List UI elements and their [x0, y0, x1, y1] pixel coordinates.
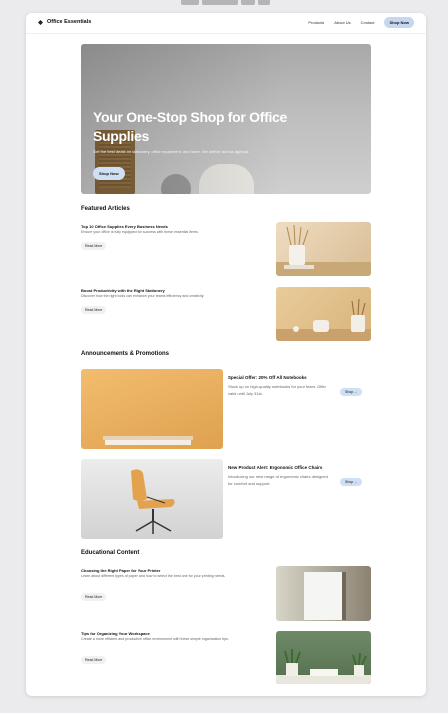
hero-banner: Your One-Stop Shop for Office Supplies G…	[81, 44, 371, 194]
article-thumbnail	[276, 222, 371, 276]
promo-notebook-image	[81, 369, 223, 449]
promo-chair-image	[81, 459, 223, 539]
browser-tab-strip	[181, 0, 270, 5]
nav-link-products[interactable]: Products	[308, 20, 324, 25]
brand-name: Office Essentials	[47, 19, 92, 25]
hero-subtitle: Get the best deals on stationery, office…	[93, 149, 250, 154]
paper-sheet-image	[304, 572, 346, 620]
browser-tab[interactable]	[258, 0, 270, 5]
article-description: Ensure your office is fully equipped for…	[81, 230, 199, 234]
article-thumbnail	[276, 631, 371, 684]
promo-description: Introducing our new range of ergonomic c…	[228, 474, 328, 486]
nav-links: Products About Us Contact Shop Now	[308, 17, 414, 28]
read-more-button[interactable]: Read More	[81, 656, 107, 664]
browser-tab[interactable]	[241, 0, 255, 5]
promo-title: Special Offer: 20% Off All Notebooks	[228, 375, 307, 380]
browser-tab[interactable]	[181, 0, 199, 5]
shop-now-nav-button[interactable]: Shop Now	[384, 17, 414, 28]
pencil-cup-image	[276, 224, 371, 276]
article-thumbnail	[276, 287, 371, 341]
article-description: Create a more efficient and productive o…	[81, 637, 229, 641]
article-card: Choosing the Right Paper for Your Printe…	[81, 566, 371, 624]
promo-card: Special Offer: 20% Off All Notebooks Sto…	[81, 369, 371, 449]
featured-articles-heading: Featured Articles	[81, 206, 130, 212]
promo-card: New Product Alert: Ergonomic Office Chai…	[81, 459, 371, 539]
article-description: Discover how the right tools can enhance…	[81, 294, 205, 298]
article-card: Tips for Organizing Your Workspace Creat…	[81, 631, 371, 687]
article-card: Top 10 Office Supplies Every Business Ne…	[81, 222, 371, 278]
hero-title: Your One-Stop Shop for Office Supplies	[93, 109, 288, 144]
desk-organizer-image	[276, 298, 371, 341]
article-description: Learn about different types of paper and…	[81, 574, 226, 578]
article-thumbnail	[276, 566, 371, 621]
browser-tab[interactable]	[202, 0, 238, 5]
educational-content-heading: Educational Content	[81, 550, 140, 556]
page-card: Office Essentials Products About Us Cont…	[26, 13, 426, 696]
read-more-button[interactable]: Read More	[81, 593, 107, 601]
article-title: Choosing the Right Paper for Your Printe…	[81, 568, 161, 573]
article-card: Boost Productivity with the Right Statio…	[81, 287, 371, 342]
nav-link-about[interactable]: About Us	[334, 20, 350, 25]
brand-logo[interactable]: Office Essentials	[38, 19, 91, 25]
article-title: Tips for Organizing Your Workspace	[81, 631, 150, 636]
shop-promo-button[interactable]: Shop ...	[340, 478, 363, 486]
promo-description: Stock up on high-quality notebooks for y…	[228, 384, 326, 396]
article-title: Boost Productivity with the Right Statio…	[81, 288, 165, 293]
read-more-button[interactable]: Read More	[81, 306, 107, 314]
article-title: Top 10 Office Supplies Every Business Ne…	[81, 224, 168, 229]
workspace-plants-image	[276, 649, 371, 684]
read-more-button[interactable]: Read More	[81, 242, 107, 250]
announcements-heading: Announcements & Promotions	[81, 351, 170, 357]
diamond-logo-icon	[38, 19, 43, 25]
hero-shop-now-button[interactable]: Shop Now	[93, 167, 125, 180]
shop-promo-button[interactable]: Shop ...	[340, 388, 363, 396]
nav-link-contact[interactable]: Contact	[361, 20, 375, 25]
top-nav: Office Essentials Products About Us Cont…	[26, 13, 426, 34]
promo-title: New Product Alert: Ergonomic Office Chai…	[228, 465, 323, 470]
